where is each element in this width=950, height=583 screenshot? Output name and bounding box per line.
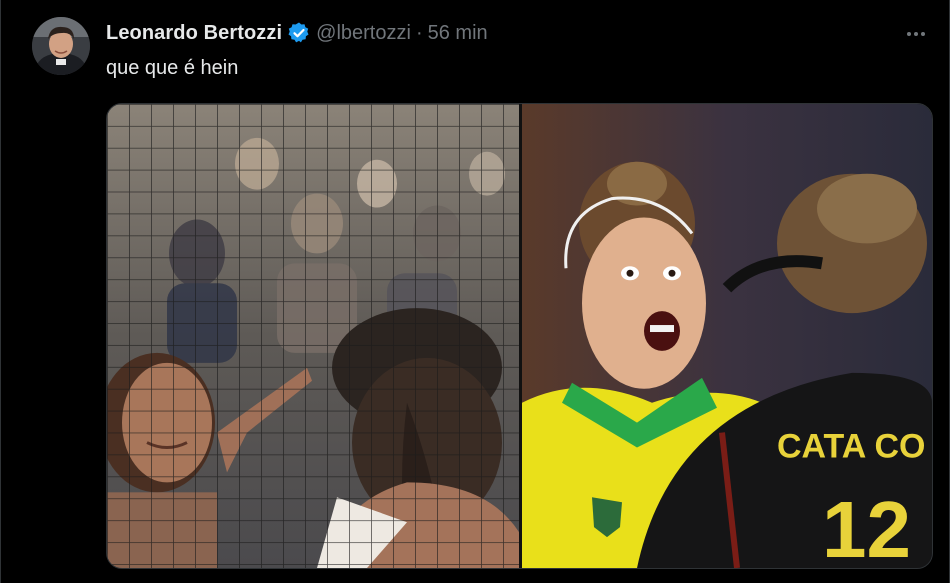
avatar-image xyxy=(32,17,90,75)
more-options-icon-dot xyxy=(914,32,918,36)
more-options-icon xyxy=(907,32,911,36)
author-handle[interactable]: @lbertozzi xyxy=(316,22,411,45)
jersey-number: 12 xyxy=(822,485,911,568)
avatar[interactable] xyxy=(32,17,90,75)
author-name[interactable]: Leonardo Bertozzi xyxy=(106,22,282,45)
jersey-name: CATA CO xyxy=(777,428,925,466)
more-options-icon-dot xyxy=(921,32,925,36)
tweet[interactable]: Leonardo Bertozzi @lbertozzi · 56 min qu… xyxy=(0,0,950,583)
separator-dot: · xyxy=(415,21,423,44)
timestamp[interactable]: 56 min xyxy=(428,22,488,45)
more-options-button[interactable] xyxy=(901,22,931,46)
beach-volleyball-photo xyxy=(107,104,519,568)
football-photo: CATA CO 12 xyxy=(522,104,932,568)
tweet-text: que que é hein xyxy=(106,57,239,79)
verified-badge-icon xyxy=(287,21,311,45)
photo-left[interactable] xyxy=(107,104,519,568)
tweet-header: Leonardo Bertozzi @lbertozzi · 56 min xyxy=(106,20,488,46)
media-grid: CATA CO 12 xyxy=(106,103,933,569)
photo-right[interactable]: CATA CO 12 xyxy=(522,104,932,568)
